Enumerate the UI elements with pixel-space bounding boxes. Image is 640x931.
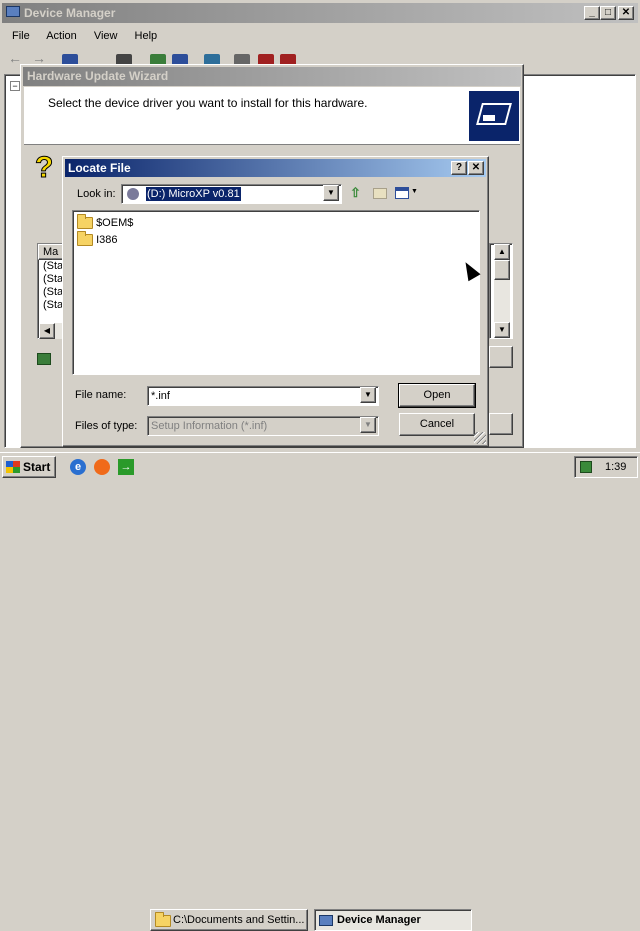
windows-logo-icon — [6, 461, 20, 473]
locate-file-titlebar[interactable]: Locate File ? ✕ — [65, 159, 486, 177]
forward-arrow-icon[interactable]: → — [32, 51, 48, 65]
chevron-down-icon[interactable]: ▼ — [323, 185, 339, 201]
drive-icon — [127, 188, 139, 200]
menu-action[interactable]: Action — [46, 30, 77, 42]
taskbar-explorer-button[interactable]: C:\Documents and Settin... — [150, 909, 308, 931]
quicklaunch-browser-icon[interactable] — [94, 459, 110, 475]
scroll-down-icon[interactable]: ▼ — [494, 322, 510, 338]
quicklaunch-arrow-icon[interactable]: → — [118, 459, 134, 475]
device-manager-title: Device Manager — [24, 6, 116, 20]
system-tray: 1:39 — [574, 456, 638, 478]
list-item[interactable]: $OEM$ — [77, 214, 134, 230]
folder-icon — [77, 214, 93, 230]
wizard-header: Select the device driver you want to ins… — [24, 87, 520, 145]
resize-grip-icon[interactable] — [474, 432, 486, 444]
network-icon[interactable] — [580, 461, 592, 473]
view-menu-icon[interactable] — [395, 187, 409, 199]
close-button[interactable]: ✕ — [618, 6, 634, 20]
hardware-wizard-icon — [469, 91, 519, 141]
have-disk-button[interactable] — [489, 346, 513, 368]
chevron-down-icon[interactable]: ▼ — [360, 387, 376, 403]
question-icon: ? — [35, 151, 54, 184]
help-button[interactable]: ? — [451, 161, 467, 175]
back-arrow-icon[interactable]: ← — [8, 51, 24, 65]
computer-icon — [6, 6, 20, 17]
taskbar: Start e → C:\Documents and Settin... Dev… — [0, 452, 640, 931]
look-in-label: Look in: — [77, 188, 116, 200]
up-folder-icon[interactable]: ⇧ — [350, 186, 364, 200]
list-item-label: $OEM$ — [96, 217, 134, 229]
locate-file-dialog: Locate File ? ✕ Look in: (D:) MicroXP v0… — [62, 156, 489, 447]
right-list: ▲ ▼ — [489, 243, 513, 339]
file-name-label: File name: — [75, 389, 127, 401]
list-item[interactable]: I386 — [77, 231, 118, 247]
taskbar-device-manager-button[interactable]: Device Manager — [314, 909, 472, 931]
scroll-left-icon[interactable]: ◀ — [39, 323, 55, 339]
look-in-dropdown[interactable]: (D:) MicroXP v0.81 ▼ — [121, 184, 342, 204]
wizard-cancel-button[interactable] — [489, 413, 513, 435]
scroll-track[interactable] — [494, 280, 510, 322]
tree-expand-icon[interactable]: − — [10, 81, 20, 91]
clock[interactable]: 1:39 — [605, 461, 626, 473]
file-name-value: *.inf — [151, 390, 170, 402]
computer-icon — [319, 915, 333, 926]
dialog-close-button[interactable]: ✕ — [468, 161, 484, 175]
wizard-title: Hardware Update Wizard — [27, 69, 169, 83]
file-type-label: Files of type: — [75, 420, 138, 432]
start-button[interactable]: Start — [2, 456, 56, 478]
folder-icon — [77, 231, 93, 247]
menu-view[interactable]: View — [94, 30, 118, 42]
open-button[interactable]: Open — [398, 383, 476, 408]
file-list[interactable]: $OEM$ I386 — [72, 210, 481, 375]
minimize-button[interactable]: _ — [584, 6, 600, 20]
taskbar-task-label: Device Manager — [337, 914, 421, 926]
chevron-down-icon[interactable]: ▼ — [360, 417, 376, 433]
menu-file[interactable]: File — [12, 30, 30, 42]
menu-help[interactable]: Help — [135, 30, 158, 42]
scroll-thumb[interactable] — [494, 260, 510, 280]
look-in-value: (D:) MicroXP v0.81 — [145, 186, 242, 202]
maximize-button[interactable]: □ — [600, 6, 616, 20]
file-type-dropdown[interactable]: Setup Information (*.inf) ▼ — [147, 416, 379, 436]
start-label: Start — [23, 460, 51, 474]
menu-bar: File Action View Help — [12, 30, 171, 46]
list-item-label: I386 — [96, 234, 118, 246]
cancel-button[interactable]: Cancel — [399, 413, 475, 436]
file-name-field[interactable]: *.inf ▼ — [147, 386, 379, 406]
mouse-cursor-icon — [459, 258, 481, 282]
taskbar-task-label: C:\Documents and Settin... — [173, 914, 305, 926]
locate-file-title: Locate File — [68, 161, 131, 175]
signed-driver-icon — [37, 353, 51, 365]
quicklaunch-ie-icon[interactable]: e — [70, 459, 86, 475]
wizard-titlebar[interactable]: Hardware Update Wizard — [23, 67, 521, 86]
new-folder-icon[interactable] — [373, 188, 387, 199]
scroll-up-icon[interactable]: ▲ — [494, 244, 510, 260]
wizard-heading: Select the device driver you want to ins… — [48, 96, 368, 110]
folder-icon — [155, 912, 171, 927]
file-type-value: Setup Information (*.inf) — [151, 420, 268, 432]
device-manager-titlebar[interactable]: Device Manager _ □ ✕ — [2, 3, 638, 23]
view-dropdown-icon[interactable]: ▼ — [411, 188, 418, 195]
